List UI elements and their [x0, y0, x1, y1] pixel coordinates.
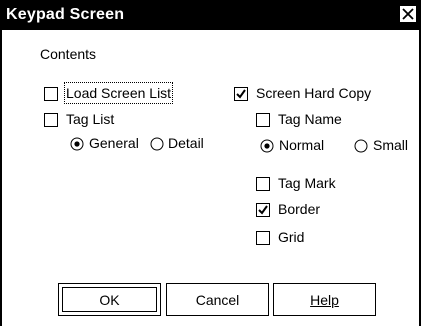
- detail-radio[interactable]: [150, 137, 164, 151]
- ok-button-label: OK: [99, 292, 120, 308]
- tag-mark-label: Tag Mark: [278, 175, 336, 191]
- general-label: General: [89, 135, 139, 151]
- tag-name-label: Tag Name: [278, 111, 342, 127]
- load-screen-list-checkbox[interactable]: [44, 87, 58, 101]
- frame-left-edge: [0, 0, 2, 326]
- tag-list-label: Tag List: [66, 111, 115, 127]
- help-button[interactable]: Help: [273, 283, 376, 316]
- tag-name-checkbox[interactable]: [256, 113, 270, 127]
- cancel-button-label: Cancel: [195, 292, 240, 308]
- tag-mark-checkbox[interactable]: [256, 177, 270, 191]
- border-checkbox[interactable]: [256, 203, 270, 217]
- normal-radio[interactable]: [260, 139, 274, 153]
- close-button[interactable]: [399, 5, 417, 23]
- ok-button[interactable]: OK: [58, 283, 161, 316]
- grid-checkbox[interactable]: [256, 231, 270, 245]
- general-radio[interactable]: [70, 137, 84, 151]
- window-title: Keypad Screen: [6, 6, 125, 23]
- contents-label: Contents: [40, 46, 97, 62]
- grid-label: Grid: [278, 229, 305, 245]
- help-button-label: Help: [310, 292, 339, 308]
- small-radio[interactable]: [354, 139, 368, 153]
- title-bar[interactable]: Keypad Screen: [0, 0, 421, 30]
- close-icon: [402, 8, 414, 20]
- keypad-screen-dialog: Keypad Screen Contents Load Screen List …: [0, 0, 421, 326]
- screen-hard-copy-checkbox[interactable]: [234, 87, 248, 101]
- tag-list-checkbox[interactable]: [44, 113, 58, 127]
- cancel-button[interactable]: Cancel: [166, 283, 269, 316]
- screen-hard-copy-label: Screen Hard Copy: [256, 85, 372, 101]
- normal-label: Normal: [279, 137, 325, 153]
- border-label: Border: [278, 201, 321, 217]
- detail-label: Detail: [168, 135, 204, 151]
- load-screen-list-label: Load Screen List: [63, 82, 174, 104]
- small-label: Small: [373, 137, 409, 153]
